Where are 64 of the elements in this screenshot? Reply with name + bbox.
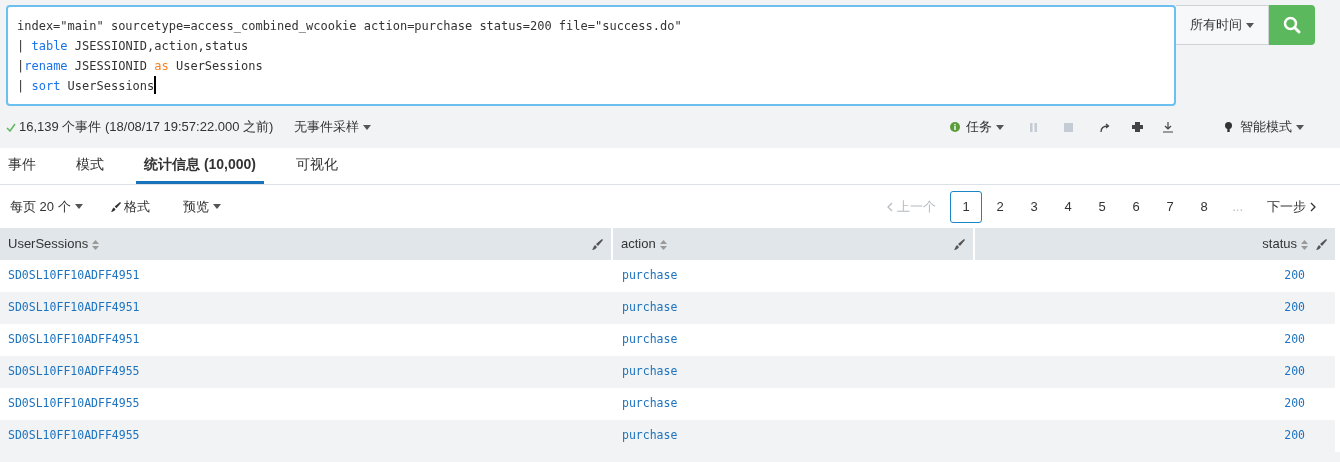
table-cell[interactable]: purchase (622, 363, 678, 381)
page-number-button[interactable]: 5 (1086, 190, 1119, 223)
chevron-right-icon (1310, 201, 1316, 212)
query-line: | table JSESSIONID,action,status (17, 38, 249, 55)
lightbulb-icon (1225, 121, 1232, 133)
tab[interactable]: 统计信息 (10,000) (136, 148, 265, 184)
table-cell[interactable]: purchase (622, 395, 678, 413)
query-line: |rename JSESSIONID as UserSessions (17, 58, 263, 75)
caret-icon (996, 124, 1004, 130)
table-cell[interactable]: purchase (622, 299, 678, 317)
pagination-ellipsis: ... (1232, 197, 1243, 216)
search-icon (1283, 16, 1301, 34)
preview-dropdown[interactable]: 预览 (182, 196, 221, 217)
table-cell[interactable]: purchase (622, 427, 678, 445)
page-number-button[interactable]: 4 (1052, 190, 1085, 223)
page-number-button[interactable]: 1 (950, 190, 983, 223)
page-number-button[interactable]: 7 (1154, 190, 1187, 223)
tab[interactable]: 可视化 (288, 148, 347, 184)
table-cell[interactable]: SD0SL10FF10ADFF4955 (8, 427, 140, 445)
tab[interactable]: 模式 (68, 148, 112, 184)
query-line: | sort UserSessions (17, 76, 157, 96)
table-cell[interactable]: purchase (622, 267, 678, 285)
time-range-dropdown[interactable]: 所有时间 (1176, 5, 1269, 45)
share-icon[interactable] (1100, 122, 1110, 132)
format-button[interactable]: 格式 (110, 196, 150, 217)
caret-icon (74, 204, 83, 209)
table-cell[interactable]: SD0SL10FF10ADFF4951 (8, 299, 140, 317)
chevron-left-icon (887, 201, 894, 212)
caret-icon (1296, 124, 1304, 130)
table-cell[interactable]: 200 (1284, 363, 1305, 381)
search-mode-dropdown[interactable]: 智能模式 (1240, 117, 1304, 137)
page-number-button[interactable]: 6 (1120, 190, 1153, 223)
table-cell[interactable]: purchase (622, 331, 678, 349)
table-cell[interactable]: SD0SL10FF10ADFF4951 (8, 331, 140, 349)
table-cell[interactable]: 200 (1284, 299, 1305, 317)
page-number-button[interactable]: 8 (1188, 190, 1221, 223)
table-cell[interactable]: SD0SL10FF10ADFF4951 (8, 267, 140, 285)
per-page-dropdown[interactable]: 每页 20 个 (10, 196, 83, 217)
brush-icon (110, 201, 121, 212)
info-icon (950, 122, 960, 132)
page-number-button[interactable]: 2 (984, 190, 1017, 223)
query-line: index="main" sourcetype=access_combined_wcookie action=purchase status=200 file="success.do" (17, 18, 682, 35)
table-cell[interactable]: 200 (1284, 331, 1305, 349)
check-icon (6, 122, 16, 132)
table-cell[interactable]: SD0SL10FF10ADFF4955 (8, 395, 140, 413)
page-number-button[interactable]: 3 (1018, 190, 1051, 223)
download-icon[interactable] (1163, 121, 1173, 133)
caret-icon (363, 124, 372, 130)
tab[interactable]: 事件 (0, 148, 44, 184)
table-cell[interactable]: 200 (1284, 395, 1305, 413)
job-dropdown[interactable]: 任务 (966, 117, 1004, 137)
next-page-link[interactable]: 下一步 (1267, 196, 1316, 217)
table-cell[interactable]: 200 (1284, 267, 1305, 285)
brush-icon[interactable] (954, 238, 965, 250)
brush-icon[interactable] (1316, 238, 1327, 250)
column-header[interactable]: UserSessions (0, 228, 611, 260)
caret-icon (212, 204, 221, 209)
sampling-dropdown[interactable]: 无事件采样 (294, 117, 372, 137)
table-cell[interactable]: SD0SL10FF10ADFF4955 (8, 363, 140, 381)
caret-icon (1246, 22, 1254, 28)
brush-icon[interactable] (592, 238, 603, 250)
search-query-field[interactable]: index="main" sourcetype=access_combined_wcookie action=purchase status=200 file="success.do" | table JSESSIONID,action,status |rename JSESSIONID as UserSessions | sort UserSessions (6, 5, 1176, 106)
table-cell[interactable]: 200 (1284, 427, 1305, 445)
event-count-summary: 16,139 个事件 (18/08/17 19:57:22.000 之前) (19, 118, 274, 137)
